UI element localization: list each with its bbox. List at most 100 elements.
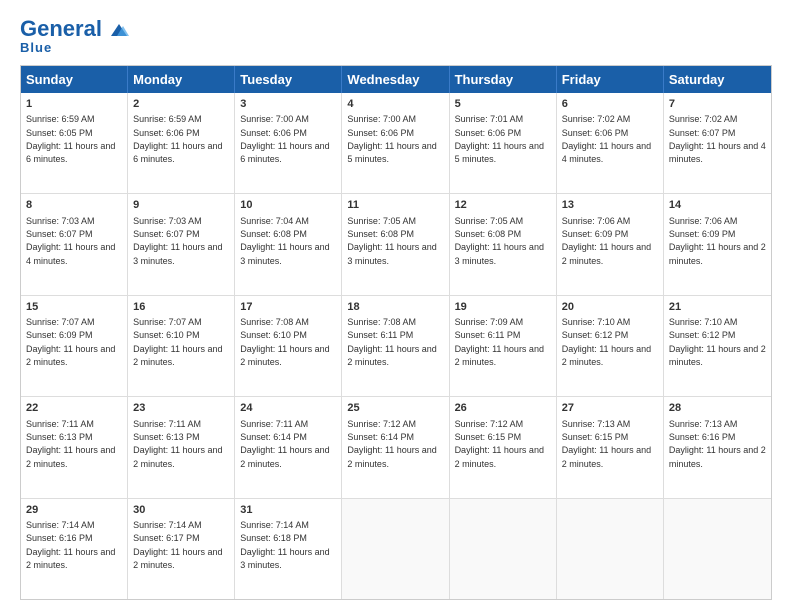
day-number: 8 (26, 198, 122, 212)
day-number: 11 (347, 198, 443, 212)
day-number: 2 (133, 97, 229, 111)
cell-info: Sunrise: 7:03 AMSunset: 6:07 PMDaylight:… (26, 216, 115, 266)
calendar-cell: 7 Sunrise: 7:02 AMSunset: 6:07 PMDaylight… (664, 93, 771, 193)
calendar-week-5: 29 Sunrise: 7:14 AMSunset: 6:16 PMDayligh… (21, 499, 771, 599)
logo-icon (109, 22, 129, 38)
logo-general: General (20, 16, 102, 41)
cell-info: Sunrise: 7:06 AMSunset: 6:09 PMDaylight:… (562, 216, 651, 266)
calendar-cell: 9Sunrise: 7:03 AMSunset: 6:07 PMDaylight… (128, 194, 235, 294)
day-number: 14 (669, 198, 766, 212)
cell-info: Sunrise: 7:14 AMSunset: 6:16 PMDaylight:… (26, 520, 115, 570)
day-number: 4 (347, 97, 443, 111)
cell-info: Sunrise: 7:09 AMSunset: 6:11 PMDaylight:… (455, 317, 544, 367)
cell-info: Sunrise: 7:04 AMSunset: 6:08 PMDaylight:… (240, 216, 329, 266)
calendar-body: 1Sunrise: 6:59 AMSunset: 6:05 PMDaylight… (21, 93, 771, 599)
calendar-cell: 19 Sunrise: 7:09 AMSunset: 6:11 PMDayligh… (450, 296, 557, 396)
cell-info: Sunrise: 7:11 AMSunset: 6:14 PMDaylight:… (240, 419, 329, 469)
calendar-cell: 15 Sunrise: 7:07 AMSunset: 6:09 PMDayligh… (21, 296, 128, 396)
calendar-cell: 16Sunrise: 7:07 AMSunset: 6:10 PMDayligh… (128, 296, 235, 396)
calendar-week-1: 1Sunrise: 6:59 AMSunset: 6:05 PMDaylight… (21, 93, 771, 194)
calendar-week-2: 8 Sunrise: 7:03 AMSunset: 6:07 PMDaylight… (21, 194, 771, 295)
calendar-cell: 10Sunrise: 7:04 AMSunset: 6:08 PMDayligh… (235, 194, 342, 294)
calendar-cell: 8 Sunrise: 7:03 AMSunset: 6:07 PMDaylight… (21, 194, 128, 294)
cell-info: Sunrise: 7:12 AMSunset: 6:14 PMDaylight:… (347, 419, 436, 469)
day-header-thursday: Thursday (450, 66, 557, 93)
calendar-cell: 4 Sunrise: 7:00 AMSunset: 6:06 PMDaylight… (342, 93, 449, 193)
day-number: 30 (133, 503, 229, 517)
calendar-cell: 5Sunrise: 7:01 AMSunset: 6:06 PMDaylight… (450, 93, 557, 193)
day-number: 28 (669, 401, 766, 415)
day-header-saturday: Saturday (664, 66, 771, 93)
cell-info: Sunrise: 7:11 AMSunset: 6:13 PMDaylight:… (133, 419, 222, 469)
calendar-week-3: 15 Sunrise: 7:07 AMSunset: 6:09 PMDayligh… (21, 296, 771, 397)
cell-info: Sunrise: 6:59 AMSunset: 6:06 PMDaylight:… (133, 114, 222, 164)
calendar-cell: 29 Sunrise: 7:14 AMSunset: 6:16 PMDayligh… (21, 499, 128, 599)
day-header-monday: Monday (128, 66, 235, 93)
calendar-cell: 25 Sunrise: 7:12 AMSunset: 6:14 PMDayligh… (342, 397, 449, 497)
calendar-cell: 28 Sunrise: 7:13 AMSunset: 6:16 PMDayligh… (664, 397, 771, 497)
cell-info: Sunrise: 7:08 AMSunset: 6:11 PMDaylight:… (347, 317, 436, 367)
calendar-cell: 21Sunrise: 7:10 AMSunset: 6:12 PMDayligh… (664, 296, 771, 396)
day-number: 25 (347, 401, 443, 415)
day-header-friday: Friday (557, 66, 664, 93)
cell-info: Sunrise: 7:14 AMSunset: 6:17 PMDaylight:… (133, 520, 222, 570)
calendar-cell: 14 Sunrise: 7:06 AMSunset: 6:09 PMDayligh… (664, 194, 771, 294)
cell-info: Sunrise: 7:12 AMSunset: 6:15 PMDaylight:… (455, 419, 544, 469)
day-number: 27 (562, 401, 658, 415)
calendar-cell (664, 499, 771, 599)
cell-info: Sunrise: 7:07 AMSunset: 6:09 PMDaylight:… (26, 317, 115, 367)
day-number: 5 (455, 97, 551, 111)
calendar-cell (557, 499, 664, 599)
day-number: 3 (240, 97, 336, 111)
page: General Blue SundayMondayTuesdayWednesda… (0, 0, 792, 612)
cell-info: Sunrise: 7:02 AMSunset: 6:06 PMDaylight:… (562, 114, 651, 164)
cell-info: Sunrise: 7:14 AMSunset: 6:18 PMDaylight:… (240, 520, 329, 570)
day-number: 29 (26, 503, 122, 517)
day-header-tuesday: Tuesday (235, 66, 342, 93)
calendar-cell: 24Sunrise: 7:11 AMSunset: 6:14 PMDayligh… (235, 397, 342, 497)
header: General Blue (20, 18, 772, 55)
cell-info: Sunrise: 7:06 AMSunset: 6:09 PMDaylight:… (669, 216, 766, 266)
calendar-cell: 22 Sunrise: 7:11 AMSunset: 6:13 PMDayligh… (21, 397, 128, 497)
day-number: 19 (455, 300, 551, 314)
cell-info: Sunrise: 7:00 AMSunset: 6:06 PMDaylight:… (240, 114, 329, 164)
calendar-header: SundayMondayTuesdayWednesdayThursdayFrid… (21, 66, 771, 93)
day-number: 22 (26, 401, 122, 415)
logo: General Blue (20, 18, 130, 55)
day-number: 20 (562, 300, 658, 314)
day-number: 26 (455, 401, 551, 415)
calendar-cell: 11 Sunrise: 7:05 AMSunset: 6:08 PMDayligh… (342, 194, 449, 294)
calendar-cell: 2 Sunrise: 6:59 AMSunset: 6:06 PMDaylight… (128, 93, 235, 193)
calendar-cell: 23 Sunrise: 7:11 AMSunset: 6:13 PMDayligh… (128, 397, 235, 497)
day-number: 6 (562, 97, 658, 111)
day-number: 9 (133, 198, 229, 212)
calendar-cell: 1Sunrise: 6:59 AMSunset: 6:05 PMDaylight… (21, 93, 128, 193)
cell-info: Sunrise: 7:08 AMSunset: 6:10 PMDaylight:… (240, 317, 329, 367)
day-number: 17 (240, 300, 336, 314)
logo-blue: Blue (20, 40, 52, 55)
calendar-cell (342, 499, 449, 599)
calendar-cell: 27Sunrise: 7:13 AMSunset: 6:15 PMDayligh… (557, 397, 664, 497)
calendar-cell: 6 Sunrise: 7:02 AMSunset: 6:06 PMDaylight… (557, 93, 664, 193)
calendar-cell: 20Sunrise: 7:10 AMSunset: 6:12 PMDayligh… (557, 296, 664, 396)
cell-info: Sunrise: 7:00 AMSunset: 6:06 PMDaylight:… (347, 114, 436, 164)
calendar-cell: 3 Sunrise: 7:00 AMSunset: 6:06 PMDaylight… (235, 93, 342, 193)
day-number: 23 (133, 401, 229, 415)
calendar-cell: 13 Sunrise: 7:06 AMSunset: 6:09 PMDayligh… (557, 194, 664, 294)
day-number: 12 (455, 198, 551, 212)
day-number: 7 (669, 97, 766, 111)
day-number: 13 (562, 198, 658, 212)
cell-info: Sunrise: 7:05 AMSunset: 6:08 PMDaylight:… (347, 216, 436, 266)
cell-info: Sunrise: 7:11 AMSunset: 6:13 PMDaylight:… (26, 419, 115, 469)
logo-text: General (20, 18, 130, 40)
calendar-cell (450, 499, 557, 599)
day-number: 31 (240, 503, 336, 517)
cell-info: Sunrise: 6:59 AMSunset: 6:05 PMDaylight:… (26, 114, 115, 164)
cell-info: Sunrise: 7:13 AMSunset: 6:16 PMDaylight:… (669, 419, 766, 469)
cell-info: Sunrise: 7:02 AMSunset: 6:07 PMDaylight:… (669, 114, 766, 164)
day-number: 15 (26, 300, 122, 314)
calendar-week-4: 22 Sunrise: 7:11 AMSunset: 6:13 PMDayligh… (21, 397, 771, 498)
cell-info: Sunrise: 7:05 AMSunset: 6:08 PMDaylight:… (455, 216, 544, 266)
day-number: 16 (133, 300, 229, 314)
calendar: SundayMondayTuesdayWednesdayThursdayFrid… (20, 65, 772, 600)
